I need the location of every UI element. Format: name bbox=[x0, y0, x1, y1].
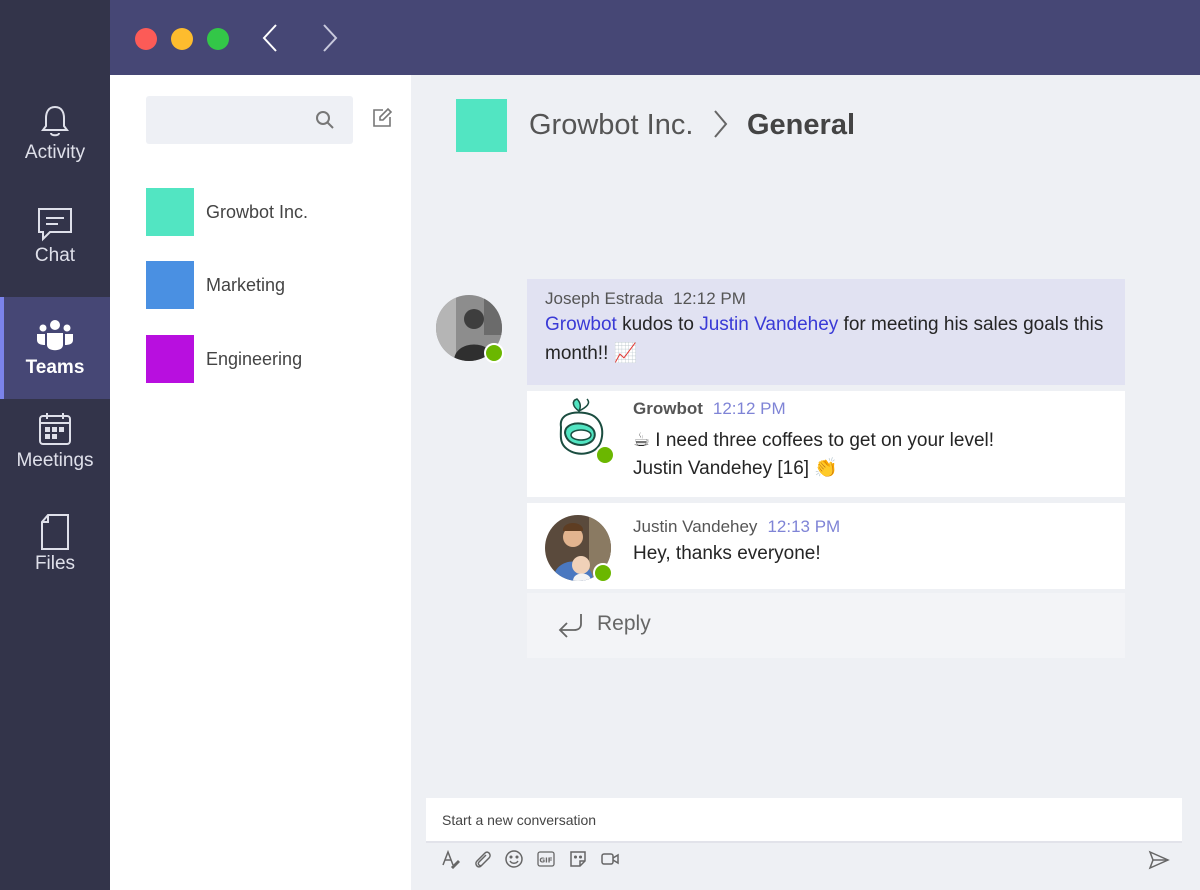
rail-item-files[interactable]: Files bbox=[0, 493, 110, 595]
message-header: Growbot 12:12 PM bbox=[633, 399, 786, 419]
message-sender: Growbot bbox=[633, 399, 703, 418]
reply-icon bbox=[558, 614, 582, 638]
avatar-growbot bbox=[547, 397, 615, 465]
compose-input[interactable]: Start a new conversation bbox=[426, 798, 1182, 843]
presence-available-icon bbox=[593, 563, 613, 583]
search-input[interactable] bbox=[146, 96, 353, 144]
calendar-icon bbox=[39, 413, 71, 445]
message-time: 12:12 PM bbox=[673, 289, 746, 308]
avatar-justin bbox=[545, 515, 613, 583]
message-line: ☕ I need three coffees to get on your le… bbox=[633, 430, 995, 451]
channel-avatar bbox=[456, 99, 507, 152]
rail-item-teams[interactable]: Teams bbox=[0, 297, 110, 399]
presence-available-icon bbox=[484, 343, 504, 363]
message-root[interactable]: Joseph Estrada 12:12 PM Growbot kudos to … bbox=[527, 279, 1125, 385]
message-time: 12:12 PM bbox=[712, 399, 786, 418]
chat-icon bbox=[38, 208, 72, 242]
rail-label-teams: Teams bbox=[25, 357, 85, 378]
window-close-button[interactable] bbox=[135, 28, 157, 50]
chevron-right-icon bbox=[714, 110, 728, 138]
message-reply-growbot[interactable]: Growbot 12:12 PM ☕ I need three coffees t… bbox=[527, 391, 1125, 497]
breadcrumb-channel: General bbox=[747, 109, 855, 141]
avatar-joseph[interactable] bbox=[436, 295, 504, 363]
teams-icon bbox=[37, 320, 73, 351]
rail-label-files: Files bbox=[34, 553, 76, 574]
team-avatar bbox=[146, 261, 194, 309]
attach-icon[interactable] bbox=[472, 849, 492, 869]
reply-button[interactable]: Reply bbox=[527, 593, 1125, 658]
message-sender: Joseph Estrada bbox=[545, 289, 664, 308]
message-sender: Justin Vandehey bbox=[633, 517, 758, 536]
compose-toolbar: GIF bbox=[426, 846, 1182, 876]
new-chat-icon[interactable] bbox=[371, 107, 393, 129]
team-name: Marketing bbox=[206, 274, 286, 295]
message-line: Justin Vandehey [16] 👏 bbox=[633, 458, 838, 479]
format-icon[interactable] bbox=[440, 849, 460, 869]
compose-placeholder: Start a new conversation bbox=[442, 812, 597, 828]
reply-label: Reply bbox=[597, 612, 651, 635]
title-bar bbox=[110, 0, 1200, 75]
meet-now-icon[interactable] bbox=[600, 849, 620, 869]
rail-item-meetings[interactable]: Meetings bbox=[0, 390, 110, 492]
sticker-icon[interactable] bbox=[568, 849, 588, 869]
message-header: Joseph Estrada 12:12 PM bbox=[545, 289, 746, 309]
team-item-engineering[interactable]: Engineering bbox=[146, 335, 396, 383]
message-reply-justin[interactable]: Justin Vandehey 12:13 PM Hey, thanks ever… bbox=[527, 503, 1125, 589]
message-time: 12:13 PM bbox=[767, 517, 841, 536]
emoji-icon[interactable] bbox=[504, 849, 524, 869]
rail-item-chat[interactable]: Chat bbox=[0, 185, 110, 287]
rail-label-meetings: Meetings bbox=[16, 450, 94, 471]
presence-available-icon bbox=[595, 445, 615, 465]
team-avatar bbox=[146, 335, 194, 383]
message-body: Growbot kudos to Justin Vandehey for mee… bbox=[545, 310, 1115, 368]
gif-icon[interactable]: GIF bbox=[536, 849, 556, 869]
file-icon bbox=[41, 514, 69, 550]
team-item-marketing[interactable]: Marketing bbox=[146, 261, 396, 309]
window-minimize-button[interactable] bbox=[171, 28, 193, 50]
team-name: Engineering bbox=[206, 348, 303, 369]
breadcrumb-team[interactable]: Growbot Inc. bbox=[529, 109, 693, 142]
team-name: Growbot Inc. bbox=[206, 201, 309, 222]
rail-label-activity: Activity bbox=[24, 142, 86, 163]
back-arrow-icon[interactable] bbox=[258, 22, 282, 54]
search-icon bbox=[316, 111, 334, 129]
mention-growbot[interactable]: Growbot bbox=[545, 314, 617, 335]
team-item-growbot[interactable]: Growbot Inc. bbox=[146, 188, 396, 236]
message-text: kudos to bbox=[616, 314, 700, 335]
message-header: Justin Vandehey 12:13 PM bbox=[633, 517, 840, 537]
teams-panel: Growbot Inc. Marketing Engineering bbox=[110, 75, 411, 890]
bell-icon bbox=[41, 105, 69, 137]
window-zoom-button[interactable] bbox=[207, 28, 229, 50]
app-rail: Activity Chat Teams Meetings Files bbox=[0, 0, 110, 890]
rail-label-chat: Chat bbox=[34, 245, 76, 266]
send-icon[interactable] bbox=[1148, 849, 1170, 871]
message-body: Hey, thanks everyone! bbox=[633, 543, 821, 564]
forward-arrow-icon[interactable] bbox=[318, 22, 342, 54]
svg-text:GIF: GIF bbox=[539, 857, 552, 865]
rail-item-activity[interactable]: Activity bbox=[0, 82, 110, 184]
channel-view: Growbot Inc. General Joseph Estrada 12:12… bbox=[411, 75, 1200, 890]
mention-justin[interactable]: Justin Vandehey bbox=[699, 314, 838, 335]
team-avatar bbox=[146, 188, 194, 236]
